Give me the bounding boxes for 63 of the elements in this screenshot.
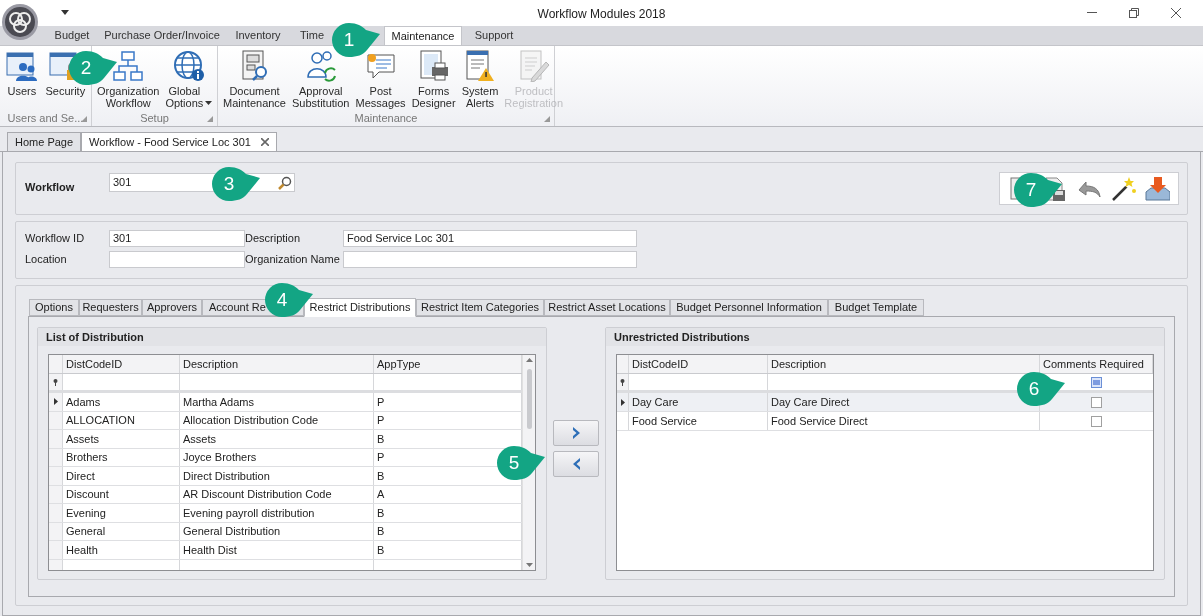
ribbon-tab[interactable]: Inventory xyxy=(224,26,292,45)
step-tooltip: 5 xyxy=(496,445,546,481)
table-cell: Evening payroll distribution xyxy=(180,504,374,522)
column-header[interactable]: Description xyxy=(180,355,374,373)
table-cell: Martha Adams xyxy=(180,393,374,411)
document-tab[interactable]: Workflow - Food Service Loc 301 xyxy=(81,132,277,151)
table-cell: Direct Distribution xyxy=(180,467,374,485)
table-cell: Food Service Direct xyxy=(768,412,1040,430)
ribbon-button[interactable]: Forms Designer xyxy=(408,50,459,110)
ribbon-group-label: Maintenance xyxy=(354,110,418,126)
table-cell: Adams xyxy=(63,393,180,411)
table-cell: Joyce Brothers xyxy=(180,448,374,466)
field-label: Workflow xyxy=(25,180,75,195)
table-cell: Health Dist xyxy=(180,541,374,559)
tab[interactable]: Options xyxy=(29,299,79,316)
ribbon-tab[interactable]: Budget xyxy=(44,26,100,45)
ribbon-tab[interactable]: Maintenance xyxy=(384,26,462,45)
ribbon-group-label: Users and Se... xyxy=(7,110,84,126)
tab[interactable]: Budget Personnel Information xyxy=(670,299,828,316)
field-label: Description xyxy=(245,231,301,247)
column-header[interactable]: DistCodeID xyxy=(63,355,180,373)
ribbon-button[interactable]: Users xyxy=(2,50,41,110)
tab[interactable]: Restrict Distributions xyxy=(304,298,416,317)
table-cell: Day Care xyxy=(629,393,768,411)
table-cell: ALLOCATION xyxy=(63,411,180,429)
tab[interactable]: Restrict Asset Locations xyxy=(544,299,670,316)
step-tooltip: 7 xyxy=(1013,172,1063,208)
field-label: Location xyxy=(25,252,67,268)
input-field[interactable]: Food Service Loc 301 xyxy=(343,230,637,247)
input-field[interactable]: 301 xyxy=(109,230,245,247)
table-cell: Allocation Distribution Code xyxy=(180,411,374,429)
tab[interactable]: Restrict Item Categories xyxy=(416,299,544,316)
ribbon-button[interactable]: System Alerts xyxy=(458,50,502,110)
tab[interactable]: Approvers xyxy=(142,299,202,316)
step-tooltip: 3 xyxy=(211,166,261,202)
step-tooltip: 6 xyxy=(1016,371,1066,407)
table-cell: Evening xyxy=(63,504,180,522)
tab[interactable]: Budget Template xyxy=(828,299,924,316)
ribbon-group-label: Setup xyxy=(140,110,169,126)
column-header[interactable]: DistCodeID xyxy=(629,355,768,373)
group-title: List of Distribution xyxy=(46,329,144,345)
window-title: Workflow Modules 2018 xyxy=(537,6,666,23)
table-cell: Discount xyxy=(63,485,180,503)
table-cell: General Distribution xyxy=(180,522,374,540)
field-label: Workflow ID xyxy=(25,231,85,247)
ribbon-button[interactable]: Document Maintenance xyxy=(220,50,289,110)
ribbon-button[interactable]: Global Options xyxy=(162,50,216,110)
table-cell: Health xyxy=(63,541,180,559)
table-cell: AR Discount Distribution Code xyxy=(180,485,374,503)
tab[interactable]: Requesters xyxy=(79,299,142,316)
ribbon-tab[interactable]: Purchase Order/Invoice xyxy=(100,26,224,45)
table-cell: Assets xyxy=(180,430,374,448)
document-tab[interactable]: Home Page xyxy=(7,132,82,151)
step-tooltip: 2 xyxy=(68,50,118,86)
table-cell: Assets xyxy=(63,430,180,448)
table-cell: Brothers xyxy=(63,448,180,466)
field-label: Organization Name xyxy=(245,252,340,268)
table-cell: Food Service xyxy=(629,412,768,430)
ribbon-tab[interactable]: Support xyxy=(462,26,526,45)
step-tooltip: 1 xyxy=(331,22,381,58)
group-title: Unrestricted Distributions xyxy=(614,329,750,345)
table-cell: General xyxy=(63,522,180,540)
table-cell: Direct xyxy=(63,467,180,485)
